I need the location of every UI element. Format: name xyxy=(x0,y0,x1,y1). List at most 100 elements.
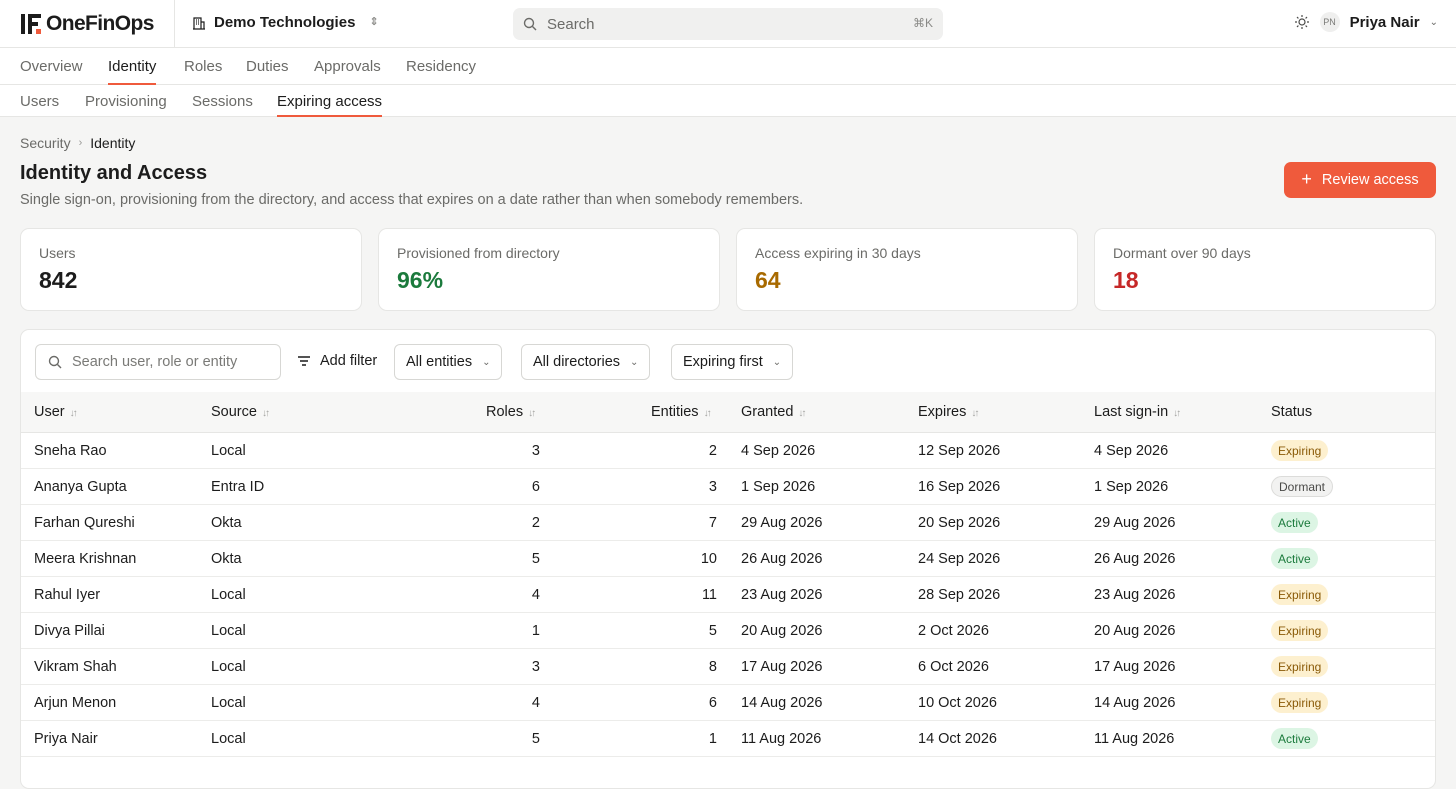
entities-select-value: All entities xyxy=(406,354,473,370)
cell-roles: 3 xyxy=(531,659,540,675)
cell-entities: 8 xyxy=(708,659,717,675)
table-row[interactable]: Rahul Iyer Local 4 11 23 Aug 2026 28 Sep 2026… xyxy=(21,577,1435,613)
table-row[interactable]: Priya Nair Local 5 1 11 Aug 2026 14 Oct 2026 1… xyxy=(21,721,1435,757)
add-filter-button[interactable]: Add filter xyxy=(297,353,377,369)
logo-icon xyxy=(21,14,41,34)
cell-roles: 5 xyxy=(531,551,540,567)
subtab-provisioning[interactable]: Provisioning xyxy=(85,93,167,110)
table-row[interactable]: Meera Krishnan Okta 5 10 26 Aug 2026 24 Sep 2… xyxy=(21,541,1435,577)
cell-user: Divya Pillai xyxy=(34,623,105,639)
cell-last-sign-in: 1 Sep 2026 xyxy=(1094,479,1169,495)
cell-expires: 24 Sep 2026 xyxy=(918,551,1001,567)
chevron-right-icon: › xyxy=(78,137,83,149)
sort-icon: ↓↑ xyxy=(1173,408,1181,419)
col-last-sign-in[interactable]: Last sign-in ↓↑ xyxy=(1094,404,1181,420)
col-user[interactable]: User ↓↑ xyxy=(34,404,78,420)
tab-roles[interactable]: Roles xyxy=(184,58,222,75)
cell-user: Priya Nair xyxy=(34,731,98,747)
cell-source: Okta xyxy=(211,515,242,531)
stat-label: Users xyxy=(39,245,76,261)
global-search[interactable]: Search ⌘K xyxy=(513,8,943,40)
col-entities[interactable]: Entities ↓↑ xyxy=(651,404,712,420)
tab-identity[interactable]: Identity xyxy=(108,58,157,85)
cell-entities: 6 xyxy=(708,695,717,711)
status-badge: Expiring xyxy=(1271,692,1329,713)
breadcrumb-identity: Identity xyxy=(90,135,136,151)
review-access-label: Review access xyxy=(1321,172,1419,188)
stat-users: Users 842 xyxy=(20,228,362,311)
cell-roles: 1 xyxy=(531,623,540,639)
table-header: User ↓↑ Source ↓↑ Roles ↓↑ Entities ↓↑ Grant… xyxy=(21,392,1435,433)
cell-roles: 5 xyxy=(531,731,540,747)
col-source-label: Source xyxy=(211,404,257,420)
cell-last-sign-in: 20 Aug 2026 xyxy=(1094,623,1176,639)
tab-overview[interactable]: Overview xyxy=(20,58,83,75)
cell-expires: 20 Sep 2026 xyxy=(918,515,1001,531)
col-expires-label: Expires xyxy=(918,404,967,420)
tab-residency[interactable]: Residency xyxy=(406,58,476,75)
sort-icon: ↓↑ xyxy=(528,408,536,419)
directories-select[interactable]: All directories ⌄ xyxy=(521,344,651,380)
breadcrumb: Security › Identity xyxy=(20,135,135,151)
cell-granted: 1 Sep 2026 xyxy=(741,479,816,495)
primary-tabs: Overview Identity Roles Duties Approvals… xyxy=(0,48,1456,85)
chevron-down-icon: ⌄ xyxy=(1429,16,1438,28)
cell-user: Arjun Menon xyxy=(34,695,117,711)
org-switcher[interactable]: Demo Technologies ⇕ xyxy=(192,14,379,31)
stat-expiring: Access expiring in 30 days 64 xyxy=(736,228,1078,311)
directories-select-value: All directories xyxy=(533,354,621,370)
sun-icon[interactable] xyxy=(1294,14,1310,30)
table-row[interactable]: Ananya Gupta Entra ID 6 3 1 Sep 2026 16 Sep 2… xyxy=(21,469,1435,505)
avatar[interactable]: PN xyxy=(1319,12,1340,32)
sort-select[interactable]: Expiring first ⌄ xyxy=(671,344,794,380)
table-row[interactable]: Divya Pillai Local 1 5 20 Aug 2026 2 Oct 2026… xyxy=(21,613,1435,649)
table-row[interactable]: Arjun Menon Local 4 6 14 Aug 2026 10 Oct 2026… xyxy=(21,685,1435,721)
tab-approvals[interactable]: Approvals xyxy=(314,58,381,75)
status-badge: Dormant xyxy=(1271,476,1334,497)
search-icon xyxy=(523,17,537,31)
sort-icon: ↓↑ xyxy=(261,408,270,419)
cell-source: Local xyxy=(211,587,246,603)
col-user-label: User xyxy=(34,404,65,420)
col-granted[interactable]: Granted ↓↑ xyxy=(741,404,806,420)
table-row[interactable]: Sneha Rao Local 3 2 4 Sep 2026 12 Sep 2026 4 S… xyxy=(21,433,1435,469)
status-badge: Active xyxy=(1271,512,1318,533)
table-row[interactable]: Vikram Shah Local 3 8 17 Aug 2026 6 Oct 2026 1… xyxy=(21,649,1435,685)
review-access-button[interactable]: + Review access xyxy=(1284,162,1436,198)
search-placeholder: Search xyxy=(547,15,595,33)
breadcrumb-security[interactable]: Security xyxy=(20,135,71,151)
app-logo[interactable]: OneFinOps xyxy=(20,11,154,37)
cell-entities: 7 xyxy=(708,515,717,531)
col-expires[interactable]: Expires ↓↑ xyxy=(918,404,979,420)
col-source[interactable]: Source ↓↑ xyxy=(211,404,270,420)
subtab-users[interactable]: Users xyxy=(20,93,59,110)
cell-entities: 11 xyxy=(701,587,717,603)
table-search-input[interactable]: Search user, role or entity xyxy=(35,344,281,380)
status-badge: Expiring xyxy=(1271,656,1329,677)
entities-select[interactable]: All entities ⌄ xyxy=(394,344,503,380)
table-row[interactable]: Farhan Qureshi Okta 2 7 29 Aug 2026 20 Sep 20… xyxy=(21,505,1435,541)
divider xyxy=(174,0,175,48)
cell-granted: 20 Aug 2026 xyxy=(741,623,823,639)
subtab-expiring-access[interactable]: Expiring access xyxy=(277,93,383,117)
col-roles[interactable]: Roles ↓↑ xyxy=(486,404,536,420)
cell-source: Local xyxy=(211,695,246,711)
cell-expires: 12 Sep 2026 xyxy=(918,443,1001,459)
cell-entities: 10 xyxy=(700,551,717,567)
cell-user: Farhan Qureshi xyxy=(34,515,135,531)
cell-user: Meera Krishnan xyxy=(34,551,137,567)
subtab-sessions[interactable]: Sessions xyxy=(192,93,253,110)
cell-last-sign-in: 17 Aug 2026 xyxy=(1094,659,1176,675)
user-name: Priya Nair xyxy=(1349,13,1420,31)
cell-expires: 28 Sep 2026 xyxy=(918,587,1001,603)
status-badge: Expiring xyxy=(1271,620,1329,641)
cell-granted: 29 Aug 2026 xyxy=(741,515,823,531)
cell-granted: 23 Aug 2026 xyxy=(741,587,823,603)
cell-roles: 4 xyxy=(531,587,540,603)
status-badge: Active xyxy=(1271,728,1318,749)
tab-duties[interactable]: Duties xyxy=(246,58,289,75)
user-menu[interactable]: PN Priya Nair ⌄ xyxy=(1294,12,1438,32)
stat-label: Provisioned from directory xyxy=(397,245,560,261)
page-subtitle: Single sign-on, provisioning from the di… xyxy=(20,192,804,208)
cell-source: Local xyxy=(211,659,246,675)
